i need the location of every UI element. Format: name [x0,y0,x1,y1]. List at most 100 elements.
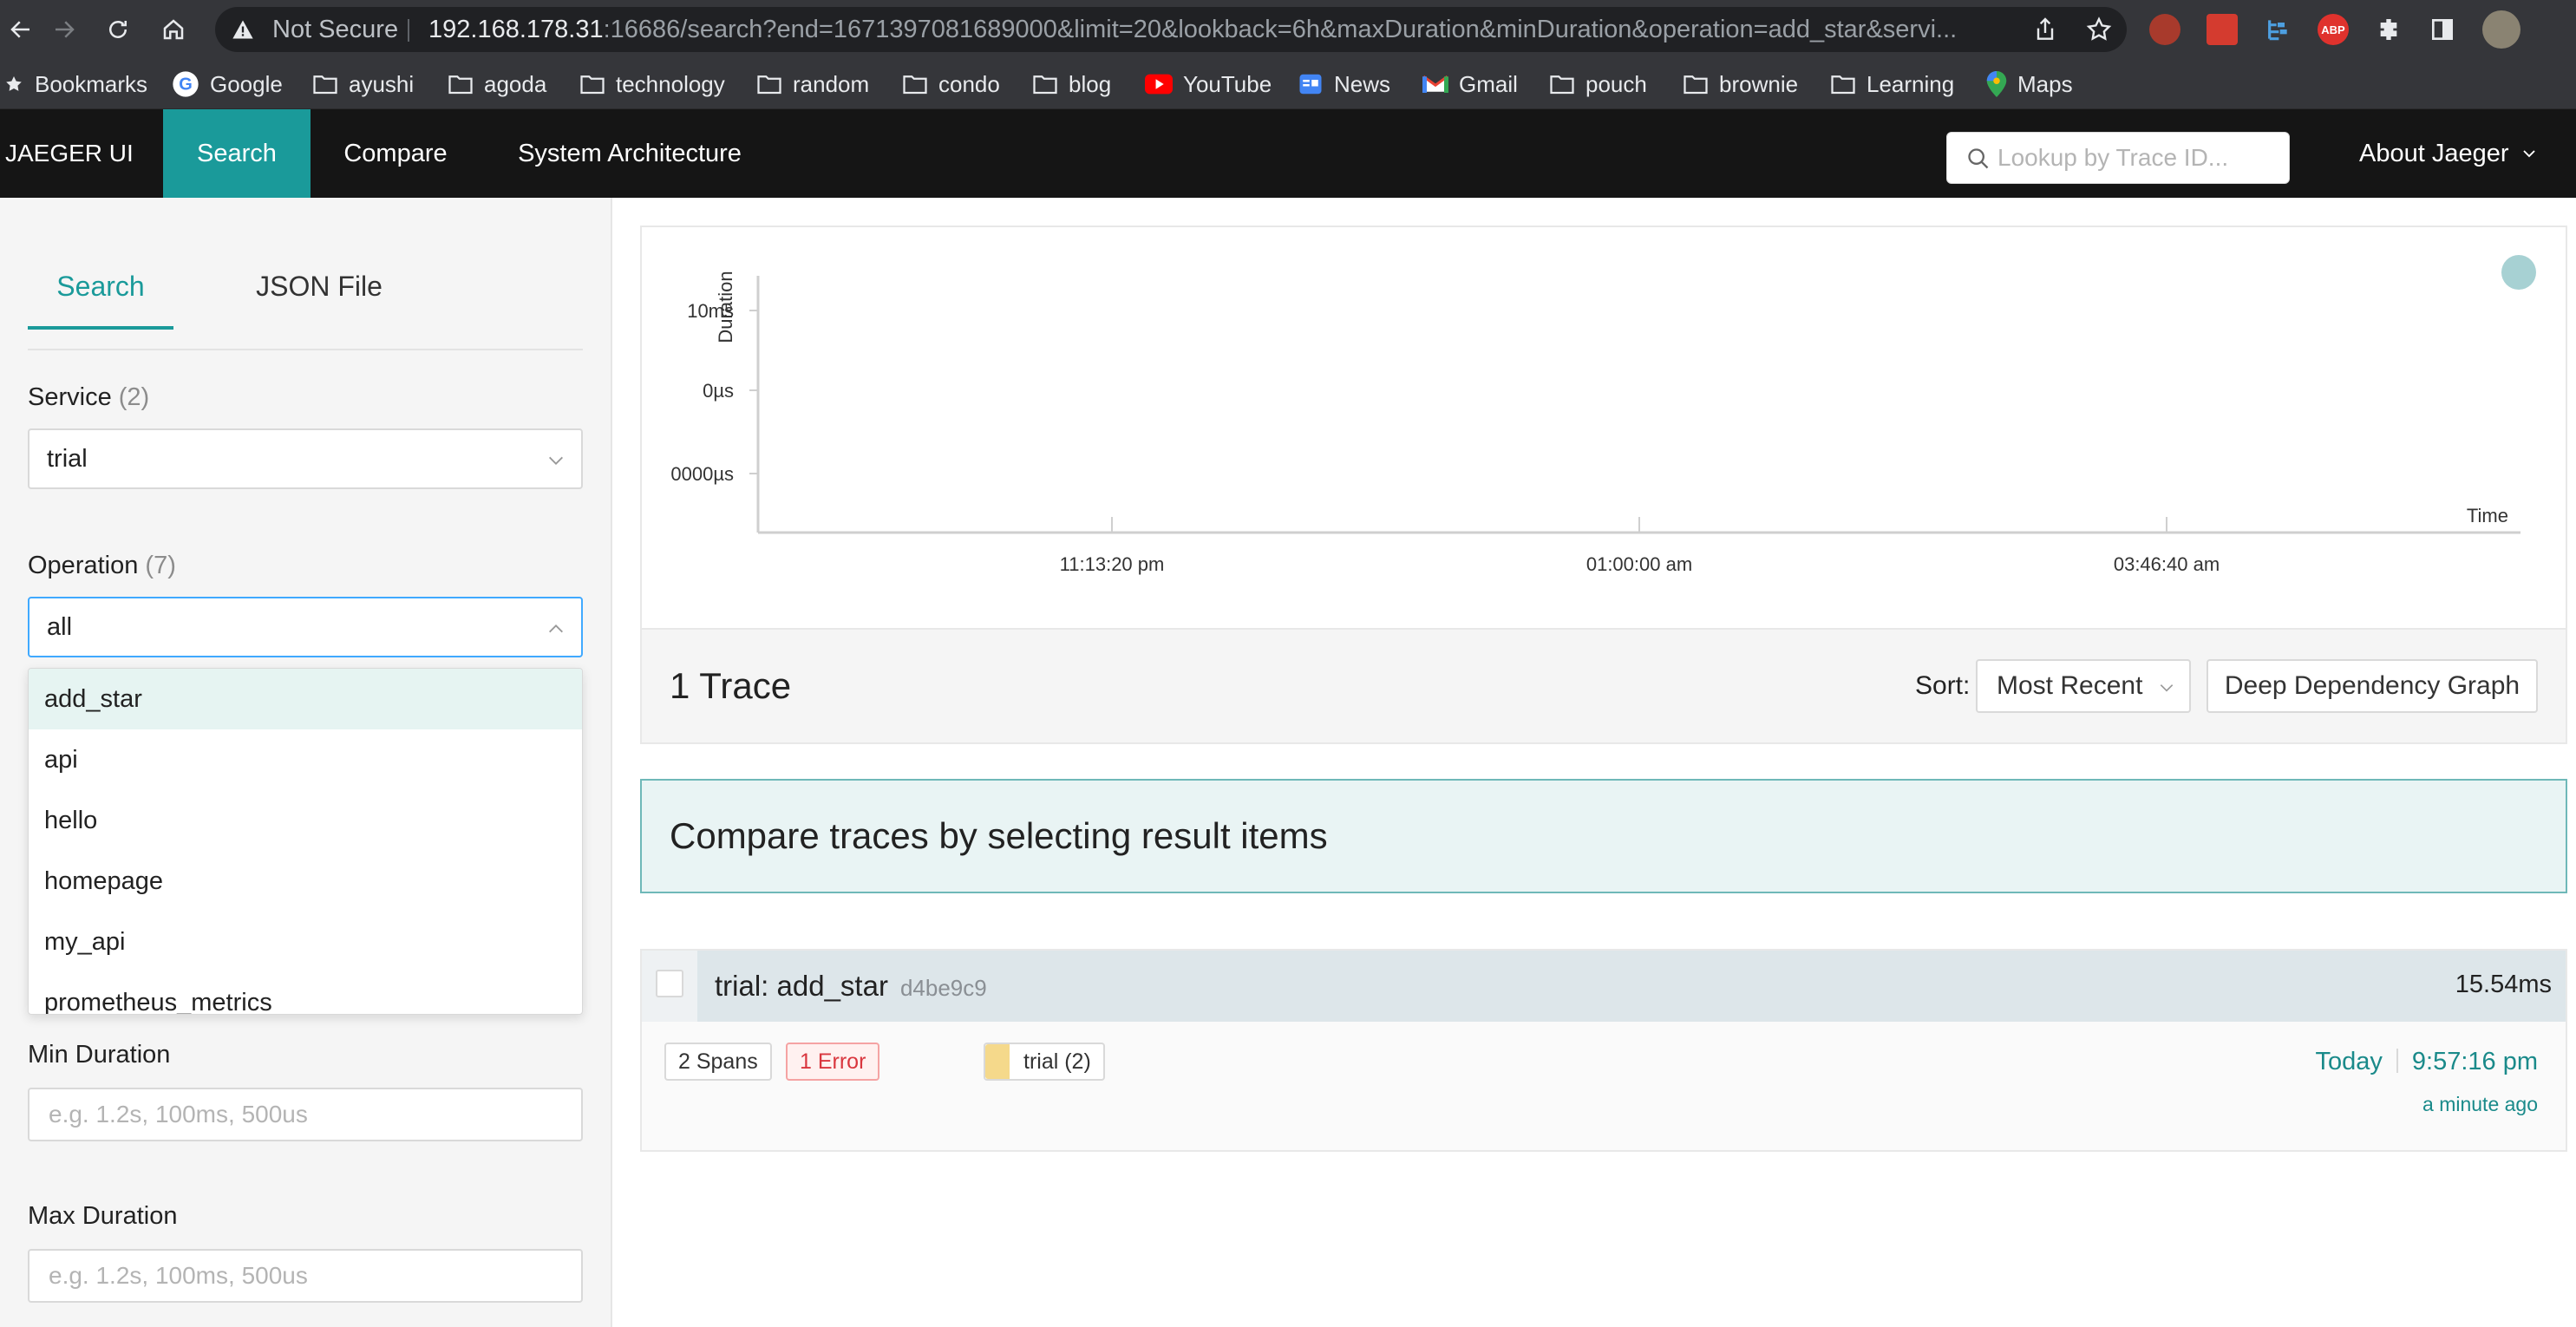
nav-tab-compare[interactable]: Compare [330,109,461,198]
trace-result-header[interactable]: trial: add_star d4be9c9 15.54ms [642,951,2566,1022]
trace-start-time: Today 9:57:16 pm [2316,1048,2539,1076]
bookmark-label: Bookmarks [35,70,148,97]
date-separator [2396,1049,2398,1073]
bookmark-bookmarks[interactable]: Bookmarks [3,59,147,109]
youtube-icon [1145,74,1173,95]
chevron-down-icon [549,456,563,465]
bookmark-label: technology [616,70,725,97]
bookmark-condo[interactable]: condo [902,59,1000,109]
point-group [2501,255,2536,290]
reload-icon[interactable] [97,9,139,50]
max-duration-label: Max Duration [28,1202,178,1230]
compare-banner-text: Compare traces by selecting result items [670,815,1328,856]
trace-select-checkbox[interactable] [656,970,683,997]
service-color-swatch [985,1044,1010,1079]
operation-label-text: Operation [28,552,139,579]
bookmark-news[interactable]: News [1298,59,1390,109]
bookmark-agoda[interactable]: agoda [448,59,546,109]
bookmark-youtube[interactable]: YouTube [1145,59,1272,109]
deep-dependency-graph-button[interactable]: Deep Dependency Graph [2207,659,2538,713]
news-icon [1299,74,1322,95]
service-select[interactable]: trial [28,428,583,489]
bookmark-gmail[interactable]: Gmail [1422,59,1518,109]
folder-icon [448,75,473,95]
bookmark-maps[interactable]: Maps [1986,59,2073,109]
tree-extension-icon[interactable] [2262,14,2293,45]
folder-icon [313,75,337,95]
forward-icon[interactable] [43,9,85,50]
side-panel-icon[interactable] [2427,14,2458,45]
bookmark-label: brownie [1719,70,1799,97]
trace-point[interactable] [2501,255,2536,290]
sort-select[interactable]: Most Recent [1976,659,2191,713]
bookmark-learning[interactable]: Learning [1830,59,1954,109]
extension-icon-2[interactable] [2207,14,2238,45]
folder-icon [1550,75,1574,95]
url-path: :16686/search?end=1671397081689000&limit… [603,16,1958,43]
folder-icon [903,75,927,95]
sort-select-value: Most Recent [1997,671,2143,700]
nav-tab-system-architecture[interactable]: System Architecture [500,109,760,198]
operation-option[interactable]: homepage [29,851,582,912]
trace-result-item[interactable]: trial: add_star d4be9c9 15.54ms 2 Spans 1… [640,949,2567,1152]
bookmark-label: random [793,70,870,97]
x-tick-label: 11:13:20 pm [1060,553,1165,575]
x-axis-label: Time [2467,505,2508,526]
bookmark-label: ayushi [349,70,415,97]
bookmark-label: Google [210,70,283,97]
profile-avatar-icon[interactable] [2482,10,2520,49]
not-secure-label[interactable]: Not Secure [272,7,398,52]
brand-logo[interactable]: JAEGER UI [5,109,134,198]
bookmark-pouch[interactable]: pouch [1549,59,1647,109]
x-tick-group: 11:13:20 pm 01:00:00 am 03:46:40 am [1060,517,2220,575]
bookmark-blog[interactable]: blog [1032,59,1111,109]
address-bar[interactable]: Not Secure 192.168.178.31:16686/search?e… [215,7,2127,52]
span-count-tag: 2 Spans [664,1043,772,1081]
extension-icon-1[interactable] [2149,14,2180,45]
bookmark-brownie[interactable]: brownie [1683,59,1798,109]
browser-toolbar: Not Secure 192.168.178.31:16686/search?e… [0,0,2576,59]
operation-option[interactable]: my_api [29,912,582,972]
y-tick-label: 10ms [687,300,734,322]
operation-select-value[interactable]: all [47,598,72,656]
star-icon [6,76,22,91]
back-icon[interactable] [0,9,42,50]
star-bookmark-icon[interactable] [2085,16,2113,43]
bookmark-technology[interactable]: technology [579,59,725,109]
sort-label: Sort: [1915,671,1971,700]
home-icon[interactable] [153,9,194,50]
bookmark-random[interactable]: random [756,59,869,109]
tabs-divider [28,349,583,350]
trace-title[interactable]: trial: add_star d4be9c9 [715,951,987,1023]
operation-option[interactable]: prometheus_metrics [29,972,582,1014]
trace-time: 9:57:16 pm [2411,1048,2538,1075]
x-tick-label: 01:00:00 am [1586,553,1692,575]
service-tag-label: trial (2) [1023,1049,1091,1074]
search-icon [1968,148,1989,169]
address-separator [408,19,409,42]
panel-tab-search[interactable]: Search [28,243,173,330]
operation-option[interactable]: add_star [29,669,582,729]
bookmark-ayushi[interactable]: ayushi [312,59,414,109]
share-icon[interactable] [2031,16,2059,43]
operation-option[interactable]: hello [29,790,582,851]
min-duration-input[interactable] [28,1088,583,1141]
url-text[interactable]: 192.168.178.31:16686/search?end=16713970… [428,7,1957,52]
operation-option[interactable]: api [29,729,582,790]
google-icon: G [173,71,199,97]
nav-tab-search[interactable]: Search [163,109,311,198]
trace-id-lookup[interactable] [1946,132,2290,184]
panel-tab-json-file[interactable]: JSON File [234,243,404,330]
bookmarks-bar: Bookmarks G Google ayushi agoda technolo… [0,59,2576,109]
max-duration-input[interactable] [28,1249,583,1303]
operation-select[interactable]: all [28,597,583,657]
operation-dropdown-menu: add_star api hello homepage my_api prome… [28,668,583,1015]
chevron-down-icon [2160,684,2174,692]
adblock-plus-icon[interactable]: ABP [2318,14,2349,45]
bookmark-label: News [1334,70,1391,97]
extensions-puzzle-icon[interactable] [2373,14,2404,45]
trace-id-input[interactable] [1997,133,2275,183]
bookmark-google[interactable]: G Google [172,59,283,109]
about-jaeger-menu[interactable]: About Jaeger [2359,109,2537,198]
service-label: Service (2) [28,383,149,412]
